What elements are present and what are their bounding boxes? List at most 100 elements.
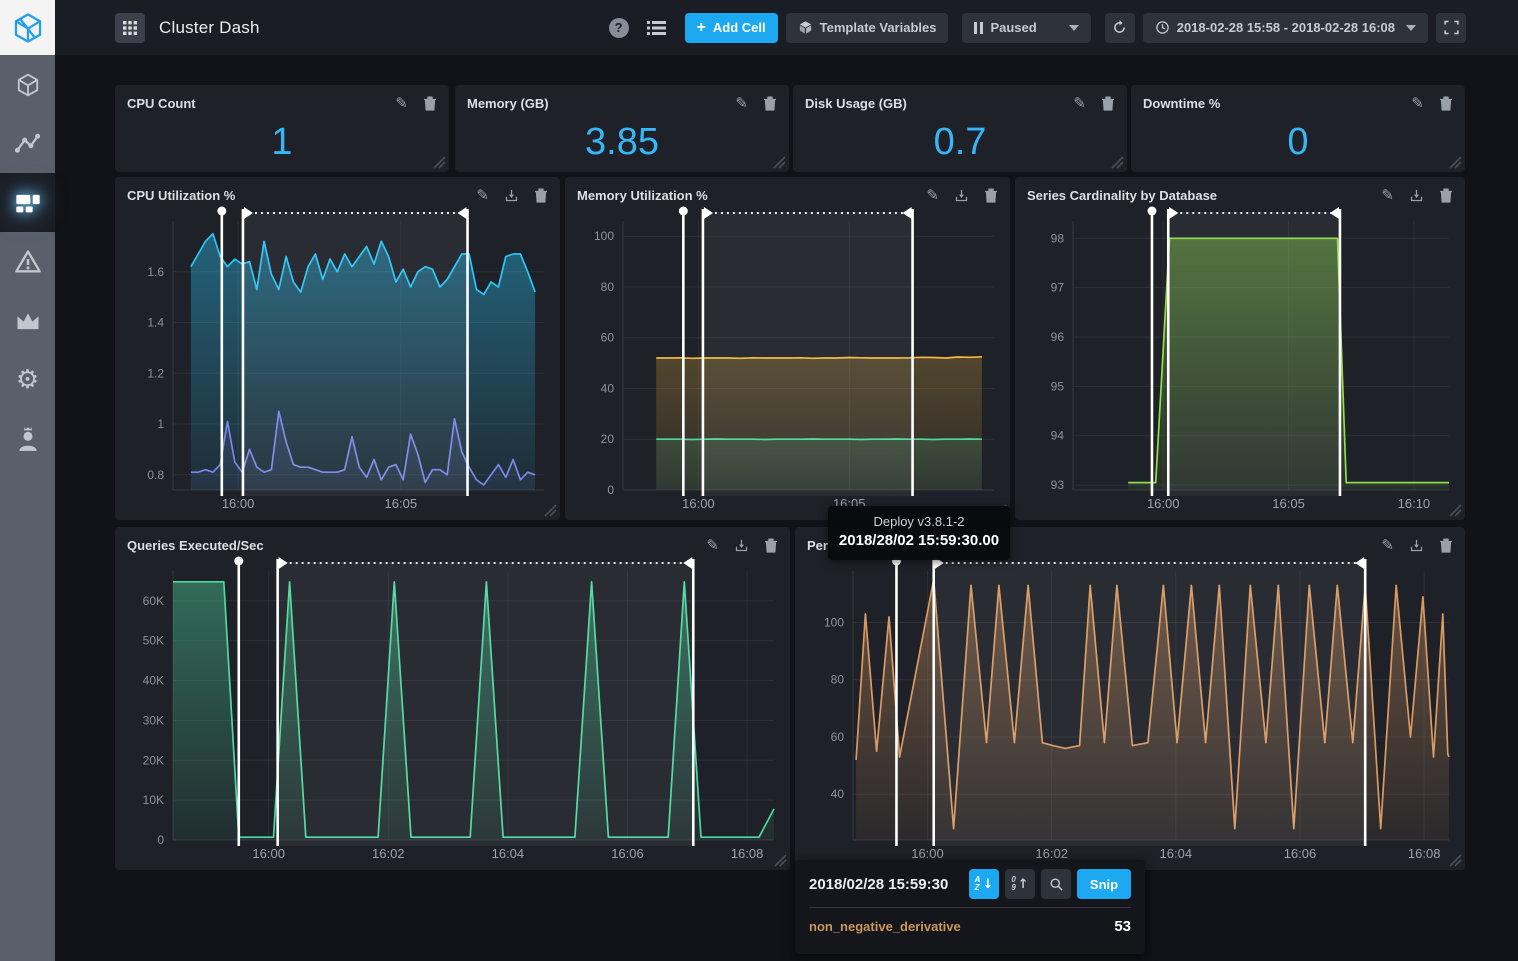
svg-text:16:00: 16:00 (222, 496, 255, 511)
template-variables-button[interactable]: Template Variables (786, 13, 949, 43)
crown-icon (14, 309, 42, 333)
stat-value: 3.85 (455, 119, 789, 166)
chart-cpu-utilization[interactable]: 0.811.21.41.616:0016:05 (121, 205, 554, 516)
refresh-button[interactable] (1105, 13, 1135, 43)
panel-queries-executed: Queries Executed/Sec ✎ 010K20K30K40K50K6… (115, 527, 790, 870)
edit-cell-icon[interactable]: ✎ (1411, 96, 1424, 111)
alert-triangle-icon (14, 248, 42, 276)
delete-cell-icon[interactable] (534, 188, 548, 203)
resize-handle[interactable] (541, 501, 557, 517)
edit-cell-icon[interactable]: ✎ (735, 96, 748, 111)
resize-handle[interactable] (1108, 153, 1124, 169)
edit-cell-icon[interactable]: ✎ (926, 188, 939, 203)
legend-series-row[interactable]: non_negative_derivative 53 (795, 908, 1145, 945)
delete-cell-icon[interactable] (1439, 188, 1453, 203)
edit-cell-icon[interactable]: ✎ (1381, 188, 1394, 203)
resize-handle[interactable] (770, 153, 786, 169)
list-options-button[interactable] (647, 19, 667, 37)
snip-button[interactable]: Snip (1077, 869, 1131, 899)
time-range-dropdown[interactable]: 2018-02-28 15:58 - 2018-02-28 16:08 (1143, 13, 1428, 43)
list-icon (647, 19, 667, 37)
svg-text:1.2: 1.2 (147, 366, 164, 380)
presentation-mode-button[interactable] (1436, 13, 1466, 43)
legend-series-name: non_negative_derivative (809, 919, 961, 934)
svg-text:60K: 60K (143, 594, 164, 608)
question-icon: ? (615, 20, 623, 35)
svg-text:16:00: 16:00 (682, 496, 715, 511)
annotation-tooltip: Deploy v3.8.1-2 2018/28/02 15:59:30.00 (828, 506, 1010, 560)
resize-handle[interactable] (1446, 851, 1462, 867)
filter-search-button[interactable] (1041, 869, 1071, 899)
panel-cpu-utilization: CPU Utilization % ✎ 0.811.21.41.616:0016… (115, 177, 560, 520)
dashboards-grid-button[interactable] (115, 13, 145, 43)
edit-cell-icon[interactable]: ✎ (706, 538, 719, 553)
svg-text:1.6: 1.6 (147, 265, 164, 279)
download-csv-icon[interactable] (1409, 538, 1424, 553)
sidebar: ⚙ (0, 0, 55, 961)
autorefresh-dropdown[interactable]: Paused (962, 13, 1090, 43)
sort-a-z-icon: AZ (975, 876, 981, 892)
chart-per-derivative[interactable]: 40608010016:0016:0216:0416:0616:08 (801, 555, 1459, 866)
resize-handle[interactable] (1446, 501, 1462, 517)
sidebar-item-dashboards[interactable] (0, 173, 55, 232)
panel-title: Memory Utilization % (577, 180, 708, 203)
arrow-up-icon: ↑ (1018, 877, 1029, 892)
delete-cell-icon[interactable] (1439, 538, 1453, 553)
svg-text:20: 20 (601, 432, 615, 446)
chart-series-cardinality[interactable]: 93949596979816:0016:0516:10 (1021, 205, 1459, 516)
svg-text:20K: 20K (143, 753, 164, 767)
svg-text:40: 40 (601, 381, 615, 395)
sidebar-item-alerts[interactable] (0, 232, 55, 291)
legend-timestamp: 2018/02/28 15:59:30 (809, 876, 948, 893)
svg-text:16:00: 16:00 (911, 846, 944, 861)
resize-handle[interactable] (771, 851, 787, 867)
add-cell-button[interactable]: + Add Cell (685, 13, 778, 43)
sort-alphabetical-button[interactable]: AZ ↓ (969, 869, 999, 899)
delete-cell-icon[interactable] (423, 96, 437, 111)
sidebar-item-configuration[interactable]: ⚙ (0, 350, 55, 409)
help-button[interactable]: ? (609, 18, 629, 38)
panel-downtime: Downtime % ✎ 0 (1131, 85, 1465, 172)
sort-numeric-button[interactable]: 09 ↑ (1005, 869, 1035, 899)
delete-cell-icon[interactable] (764, 538, 778, 553)
svg-text:80: 80 (601, 280, 615, 294)
chevron-down-icon (1069, 25, 1079, 31)
svg-text:50K: 50K (143, 634, 164, 648)
download-csv-icon[interactable] (954, 188, 969, 203)
edit-cell-icon[interactable]: ✎ (1073, 96, 1086, 111)
edit-cell-icon[interactable]: ✎ (476, 188, 489, 203)
refresh-icon (1111, 19, 1128, 36)
sidebar-item-hosts[interactable] (0, 55, 55, 114)
delete-cell-icon[interactable] (763, 96, 777, 111)
resize-handle[interactable] (1446, 153, 1462, 169)
delete-cell-icon[interactable] (984, 188, 998, 203)
svg-text:16:04: 16:04 (492, 846, 525, 861)
panel-memory-utilization: Memory Utilization % ✎ 02040608010016:00… (565, 177, 1010, 520)
template-variables-label: Template Variables (820, 20, 937, 35)
arrow-down-icon: ↓ (982, 877, 993, 892)
edit-cell-icon[interactable]: ✎ (1381, 538, 1394, 553)
panel-title: Queries Executed/Sec (127, 530, 264, 553)
chronograf-cube-icon (11, 11, 45, 45)
panel-disk-usage: Disk Usage (GB) ✎ 0.7 (793, 85, 1127, 172)
sidebar-item-admin[interactable] (0, 291, 55, 350)
delete-cell-icon[interactable] (1101, 96, 1115, 111)
dashboard-title: Cluster Dash (159, 18, 260, 38)
sidebar-item-users[interactable] (0, 409, 55, 468)
app-logo[interactable] (0, 0, 55, 55)
edit-cell-icon[interactable]: ✎ (395, 96, 408, 111)
panel-title: Series Cardinality by Database (1027, 180, 1217, 203)
chart-memory-utilization[interactable]: 02040608010016:0016:05 (571, 205, 1004, 516)
svg-text:16:02: 16:02 (1035, 846, 1068, 861)
sidebar-item-data-explorer[interactable] (0, 114, 55, 173)
svg-text:96: 96 (1051, 330, 1065, 344)
svg-text:94: 94 (1051, 429, 1065, 443)
chevron-down-icon (1406, 25, 1416, 31)
chart-queries-executed[interactable]: 010K20K30K40K50K60K16:0016:0216:0416:061… (121, 555, 784, 866)
download-csv-icon[interactable] (734, 538, 749, 553)
delete-cell-icon[interactable] (1439, 96, 1453, 111)
download-csv-icon[interactable] (504, 188, 519, 203)
resize-handle[interactable] (430, 153, 446, 169)
cube-icon (798, 20, 813, 35)
download-csv-icon[interactable] (1409, 188, 1424, 203)
